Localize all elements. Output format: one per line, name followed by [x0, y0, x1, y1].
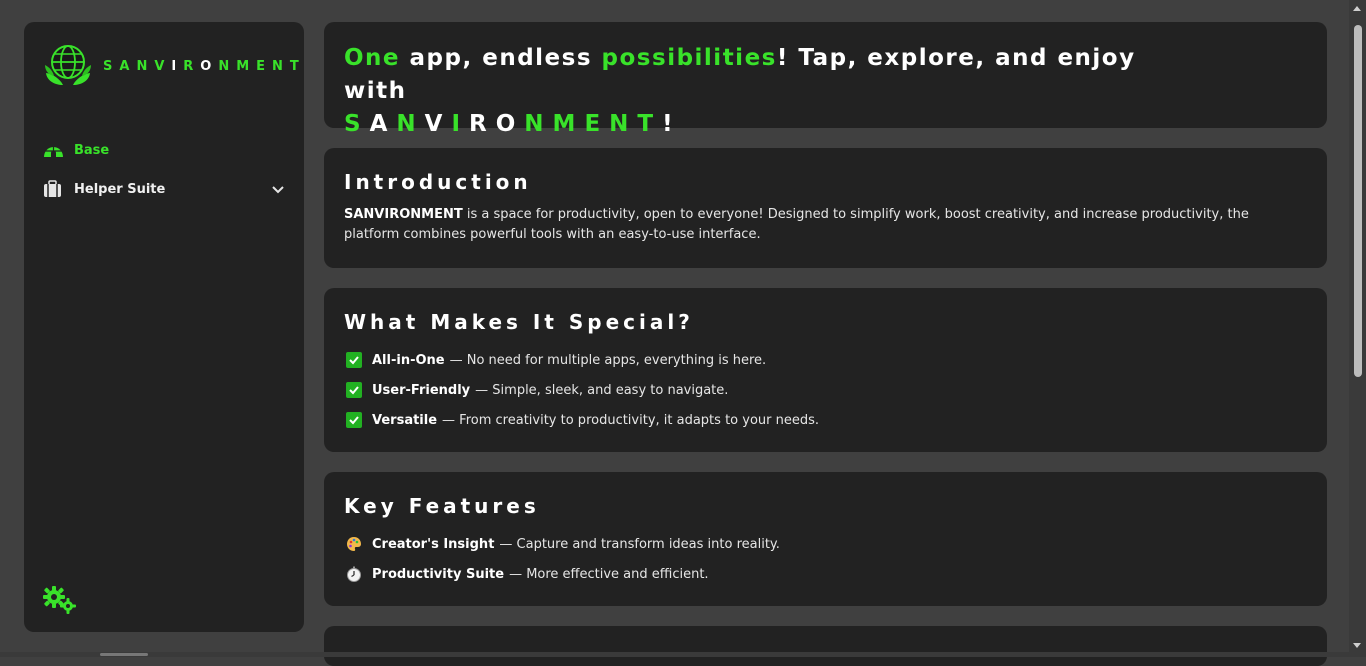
intro-body: is a space for productivity, open to eve…	[344, 207, 1249, 242]
item-name: All-in-One	[372, 352, 445, 368]
checkmark-icon	[346, 352, 362, 368]
hero-word-possibilities: possibilities	[601, 45, 777, 71]
brand-letter: A	[369, 111, 397, 137]
brand-letter: O	[200, 58, 219, 74]
brand-letter: M	[236, 58, 257, 74]
horizontal-scroll-thumb[interactable]	[100, 653, 148, 656]
item-desc: — From creativity to productivity, it ad…	[442, 412, 820, 428]
checkmark-icon	[346, 412, 362, 428]
sidebar: SANVIRONMENT Base Helper Suite	[24, 22, 304, 632]
item-desc: — No need for multiple apps, everything …	[449, 352, 767, 368]
horizontal-scrollbar[interactable]	[0, 652, 1349, 657]
features-list: Creator's Insight — Capture and transform…	[346, 534, 1307, 594]
brand-letter: V	[154, 58, 172, 74]
brand-letter: N	[218, 58, 237, 74]
hero-headline: One app, endless possibilities! Tap, exp…	[344, 42, 1177, 141]
brand-letter: I	[171, 58, 184, 74]
brand-letter: R	[183, 58, 201, 74]
brand-letter: T	[637, 111, 663, 137]
globe-leaf-logo-icon	[45, 45, 91, 85]
hero-brand-name: SANVIRONMENT	[344, 111, 662, 137]
brand-letter: S	[103, 58, 120, 74]
special-section: What Makes It Special? All-in-One — No ne…	[324, 288, 1327, 452]
scroll-down-arrow-icon[interactable]	[1353, 643, 1361, 648]
checkmark-icon	[346, 382, 362, 398]
brand-letter: N	[609, 111, 638, 137]
list-item: Productivity Suite — More effective and e…	[346, 564, 1307, 584]
section-title: Key Features	[344, 494, 540, 518]
brand-letter: O	[495, 111, 525, 137]
sidebar-item-base[interactable]: Base	[43, 139, 285, 161]
brand-letter: A	[119, 58, 137, 74]
brand-letter: I	[451, 111, 470, 137]
list-item: Creator's Insight — Capture and transform…	[346, 534, 1307, 554]
scroll-thumb[interactable]	[1354, 25, 1362, 377]
item-desc: — More effective and efficient.	[509, 566, 709, 582]
chevron-down-icon[interactable]	[271, 182, 285, 196]
vertical-scrollbar[interactable]	[1349, 0, 1366, 657]
sidebar-nav: Base Helper Suite	[43, 139, 285, 217]
item-name: Versatile	[372, 412, 438, 428]
key-features-section: Key Features Creator's Insight — Capture …	[324, 472, 1327, 606]
section-title: What Makes It Special?	[344, 310, 694, 334]
item-name: Creator's Insight	[372, 536, 495, 552]
special-list: All-in-One — No need for multiple apps, e…	[346, 350, 1307, 440]
scroll-up-arrow-icon[interactable]	[1353, 6, 1361, 11]
brand-wordmark: SANVIRONMENT	[103, 59, 306, 74]
hero-banner: One app, endless possibilities! Tap, exp…	[324, 22, 1327, 137]
brand-letter: N	[272, 58, 290, 74]
item-desc: — Simple, sleek, and easy to navigate.	[475, 382, 729, 398]
brand-logo[interactable]: SANVIRONMENT	[43, 43, 306, 89]
intro-paragraph: SANVIRONMENT is a space for productivity…	[344, 205, 1307, 245]
sidebar-item-label: Helper Suite	[74, 181, 166, 197]
gears-icon[interactable]	[43, 586, 77, 614]
item-desc: — Capture and transform ideas into reali…	[499, 536, 780, 552]
item-name: Productivity Suite	[372, 566, 505, 582]
hero-text-1: app, endless	[400, 45, 602, 71]
item-name: User-Friendly	[372, 382, 471, 398]
list-item: User-Friendly — Simple, sleek, and easy t…	[346, 380, 1307, 400]
next-section	[324, 626, 1327, 666]
sidebar-item-helper-suite[interactable]: Helper Suite	[43, 178, 285, 200]
brand-letter: T	[289, 58, 306, 74]
brand-letter: E	[584, 111, 610, 137]
brand-letter: M	[552, 111, 585, 137]
brand-letter: S	[344, 111, 370, 137]
brand-letter: R	[469, 111, 496, 137]
brand-letter: E	[256, 58, 273, 74]
brand-letter: N	[136, 58, 155, 74]
briefcase-icon	[43, 180, 64, 198]
section-title: Introduction	[344, 170, 532, 194]
hero-end: !	[662, 111, 675, 137]
igloo-icon	[43, 141, 64, 159]
list-item: All-in-One — No need for multiple apps, e…	[346, 350, 1307, 370]
brand-letter: N	[396, 111, 425, 137]
intro-brand: SANVIRONMENT	[344, 207, 463, 222]
sidebar-item-label: Base	[74, 142, 110, 158]
hero-word-one: One	[344, 45, 401, 71]
palette-icon	[346, 536, 362, 552]
list-item: Versatile — From creativity to productivi…	[346, 410, 1307, 430]
brand-letter: N	[524, 111, 553, 137]
brand-letter: V	[424, 111, 452, 137]
introduction-section: Introduction SANVIRONMENT is a space for…	[324, 148, 1327, 268]
stopwatch-icon	[346, 566, 362, 582]
